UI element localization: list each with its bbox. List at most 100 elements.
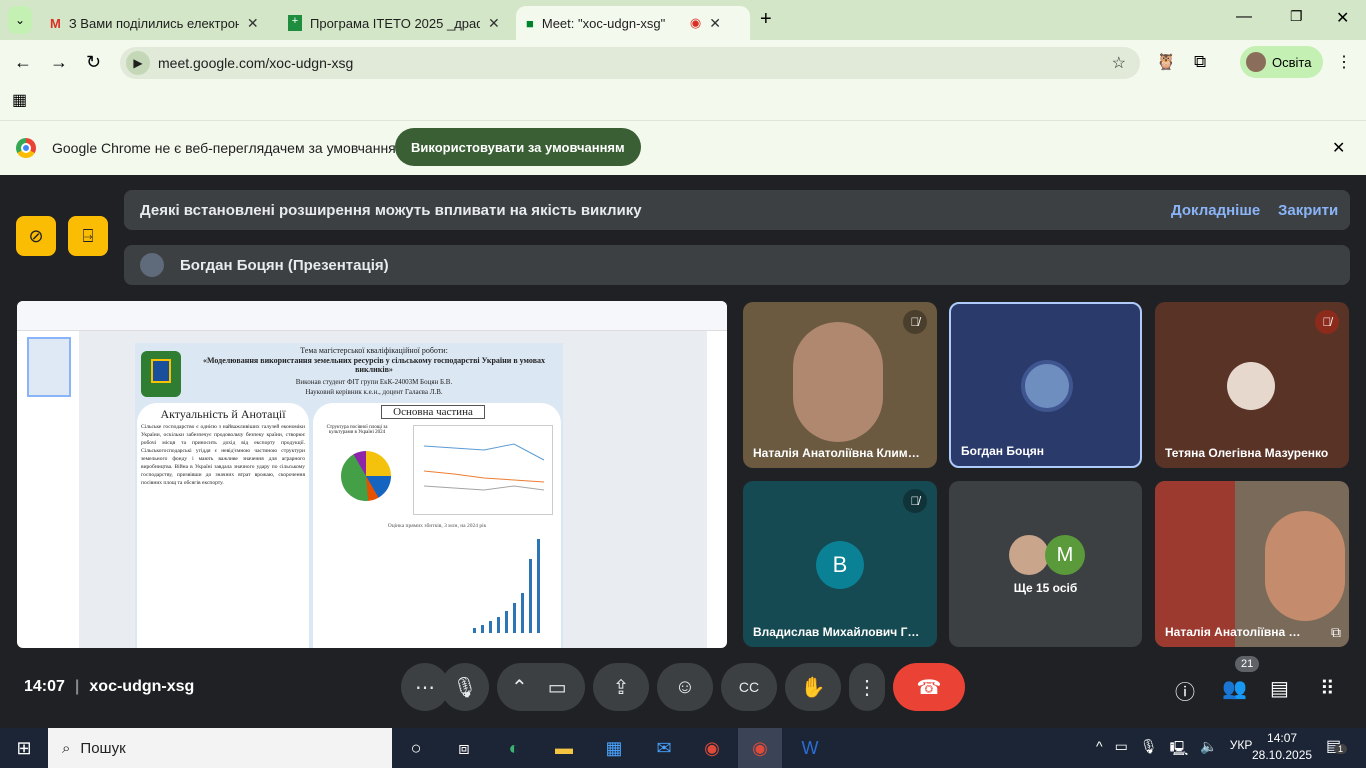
mail-icon[interactable]: ✉	[642, 728, 686, 768]
more-participants-label: Ще 15 осіб	[1013, 581, 1078, 595]
chrome-taskbar-icon[interactable]: ◉	[690, 728, 734, 768]
tray-expand-icon[interactable]: ^	[1096, 738, 1103, 762]
bookshelf	[1155, 481, 1235, 647]
activities-icon[interactable]: ⠿	[1320, 676, 1335, 701]
captions-button[interactable]: CC	[721, 663, 777, 711]
slide-author: Виконав студент ФІТ групи ЕкК-24003М Боц…	[295, 378, 453, 386]
reload-icon[interactable]: ↻	[86, 52, 101, 73]
task-view-icon[interactable]: ⧈	[442, 728, 486, 768]
university-emblem	[141, 351, 181, 397]
extension-owl-icon[interactable]: 🦉	[1156, 52, 1176, 72]
info-icon[interactable]: ⓘ	[1175, 676, 1195, 705]
bar-chart-title: Оцінка прямих збитків, 3 млн, на 2024 рі…	[387, 523, 487, 529]
avatar	[1009, 535, 1049, 575]
battery-icon[interactable]: ▭	[1115, 738, 1128, 762]
participant-name: Богдан Боцян	[961, 444, 1044, 458]
participant-tile[interactable]: Богдан Боцян	[949, 302, 1142, 468]
forward-icon[interactable]: →	[50, 52, 68, 73]
volume-icon[interactable]: 🔈	[1200, 738, 1217, 762]
close-window-button[interactable]: ✕	[1336, 8, 1349, 28]
camera-icon: ▭	[547, 676, 567, 699]
presenter-name: Богдан Боцян (Презентація)	[180, 256, 389, 274]
infobar-text: Google Chrome не є веб-переглядачем за у…	[52, 140, 406, 156]
file-explorer-icon[interactable]: ▬	[542, 728, 586, 768]
tab-title: Програма ITETO 2025 _драфт -	[310, 15, 480, 31]
apps-icon[interactable]: ▦	[12, 90, 27, 110]
reactions-button[interactable]: ☺	[657, 663, 713, 711]
camera-button[interactable]: ⌃ ▭	[497, 663, 585, 711]
close-tab-icon[interactable]: ✕	[488, 15, 500, 32]
set-default-button[interactable]: Використовувати за умовчанням	[395, 128, 641, 166]
close-tab-icon[interactable]: ✕	[709, 15, 721, 32]
more-button[interactable]: ⋮	[849, 663, 885, 711]
taskbar-search[interactable]: ⌕ Пошук	[48, 728, 392, 768]
participant-tile[interactable]: 🎙̸ Тетяна Олегівна Мазуренко	[1155, 302, 1349, 468]
tab-gmail[interactable]: M З Вами поділились електронною ✕	[40, 6, 269, 40]
minimize-button[interactable]: —	[1236, 8, 1252, 26]
maximize-button[interactable]: ❐	[1290, 8, 1303, 25]
meeting-info: 14:07 | xoc-udgn-xsg	[24, 678, 195, 695]
address-bar[interactable]: ▶ meet.google.com/xoc-udgn-xsg ☆	[120, 47, 1140, 79]
people-count-badge: 21	[1235, 656, 1260, 672]
participant-tile[interactable]: Наталія Анатоліївна … ⧉	[1155, 481, 1349, 647]
chevron-up-icon[interactable]: ⌃	[511, 675, 528, 700]
profile-button[interactable]: Освіта	[1240, 46, 1324, 78]
extensions-icon[interactable]: ⧉	[1194, 52, 1206, 72]
close-infobar-icon[interactable]: ✕	[1332, 138, 1345, 158]
pie-title: Структура посівної площі за культурами в…	[326, 425, 388, 435]
taskbar-clock[interactable]: 14:07 28.10.2025	[1252, 731, 1312, 762]
back-icon[interactable]: ←	[14, 52, 32, 73]
close-tab-icon[interactable]: ✕	[247, 15, 259, 32]
windows-start-icon[interactable]: ⊞	[2, 728, 46, 768]
cortana-icon[interactable]: ○	[394, 728, 438, 768]
participant-tile[interactable]: 🎙̸ Наталія Анатоліївна Клим…	[743, 302, 937, 468]
bookmark-star-icon[interactable]: ☆	[1112, 53, 1126, 73]
extensions-warning-banner: Деякі встановлені розширення можуть впли…	[124, 190, 1350, 230]
raise-hand-button[interactable]: ✋	[785, 663, 841, 711]
leave-call-button[interactable]: ☎	[893, 663, 965, 711]
slide-thumbnail	[27, 337, 71, 397]
tab-title: З Вами поділились електронною	[68, 15, 239, 31]
camera-off-icon[interactable]: ⊘	[16, 216, 56, 256]
present-button[interactable]: ⇪	[593, 663, 649, 711]
word-icon[interactable]: W	[788, 728, 832, 768]
more-participants-tile[interactable]: M Ще 15 осіб	[949, 481, 1142, 647]
leave-door-icon[interactable]: ⍈	[68, 216, 108, 256]
pip-icon[interactable]: ⧉	[1331, 624, 1341, 641]
new-tab-button[interactable]: +	[760, 8, 772, 31]
learn-more-link[interactable]: Докладніше	[1171, 202, 1260, 219]
people-icon[interactable]: 👥	[1222, 676, 1247, 701]
participant-name: Наталія Анатоліївна Клим…	[753, 446, 920, 460]
sheets-icon: +	[288, 15, 302, 31]
poster-slide: Тема магістерської кваліфікаційної робот…	[135, 343, 563, 648]
recording-icon: ◉	[689, 15, 702, 30]
avatar	[1227, 362, 1275, 410]
edge-icon[interactable]: ◐	[492, 728, 536, 768]
meet-icon: ▶	[126, 51, 150, 75]
microphone-button[interactable]: 🎙	[441, 663, 489, 711]
notifications-icon[interactable]: ▤1	[1326, 736, 1348, 756]
network-icon[interactable]: 🖳	[1170, 738, 1189, 762]
mic-off-icon: 🎙̸	[1315, 310, 1339, 334]
store-icon[interactable]: ▦	[592, 728, 636, 768]
line-chart	[413, 425, 553, 515]
slide-supervisor: Науковий керівник к.е.н., доцент Галаєва…	[305, 388, 443, 396]
tab-meet[interactable]: ■ Meet: "xoc-udgn-xsg" ◉ ✕	[516, 6, 750, 40]
tab-search-button[interactable]: ⌄	[8, 6, 32, 34]
default-browser-infobar: Google Chrome не є веб-переглядачем за у…	[0, 120, 1366, 175]
mic-off-icon: 🎙̸	[903, 310, 927, 334]
close-banner-link[interactable]: Закрити	[1278, 202, 1338, 219]
chat-icon[interactable]: ▤	[1270, 676, 1289, 701]
right-heading: Основна частина	[381, 405, 485, 419]
participant-tile[interactable]: B 🎙̸ Владислав Михайлович Г…	[743, 481, 937, 647]
search-placeholder: Пошук	[80, 739, 126, 757]
chrome-taskbar-icon-active[interactable]: ◉	[738, 728, 782, 768]
microphone-icon[interactable]: 🎙	[1140, 738, 1158, 762]
chrome-icon	[16, 138, 36, 158]
slide-theme: Тема магістерської кваліфікаційної робот…	[300, 346, 448, 355]
tab-sheets[interactable]: + Програма ITETO 2025 _драфт - ✕	[278, 6, 510, 40]
language-indicator[interactable]: УКР	[1230, 738, 1253, 762]
participant-name: Наталія Анатоліївна …	[1165, 625, 1301, 639]
menu-icon[interactable]: ⋮	[1336, 52, 1352, 72]
slide-title: «Моделювання використання земельних ресу…	[202, 356, 546, 374]
